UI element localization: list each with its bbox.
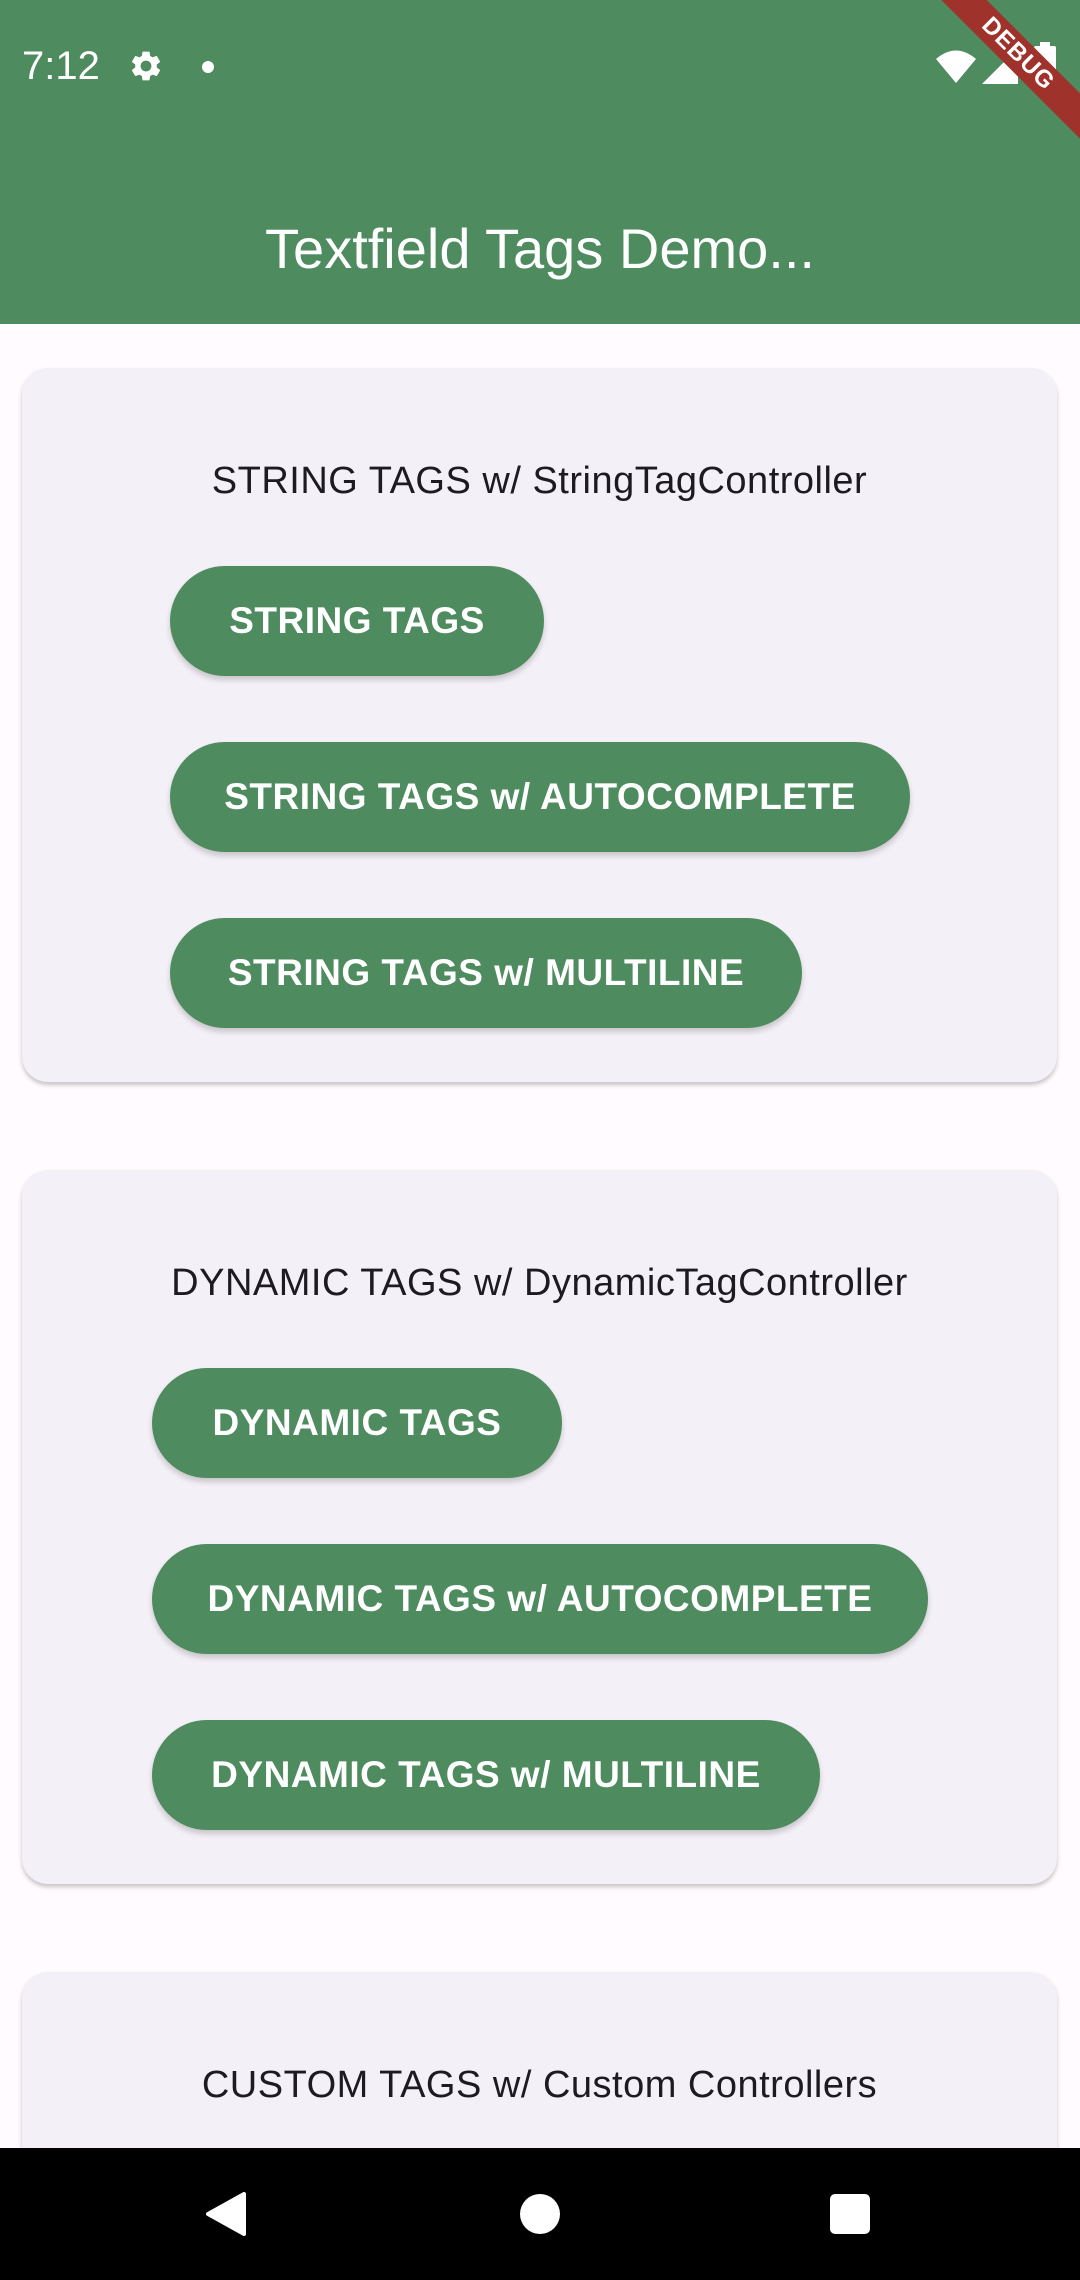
- string-tags-button[interactable]: STRING TAGS: [170, 566, 544, 676]
- string-tags-card: STRING TAGS w/ StringTagController STRIN…: [22, 368, 1057, 1082]
- page-title: Textfield Tags Demo...: [265, 217, 815, 280]
- string-tags-multiline-button[interactable]: STRING TAGS w/ MULTILINE: [170, 918, 802, 1028]
- app-bar: 7:12 DEBUG Textfield Tags Demo...: [0, 0, 1080, 324]
- dynamic-tags-card: DYNAMIC TAGS w/ DynamicTagController DYN…: [22, 1170, 1057, 1884]
- recents-icon[interactable]: [830, 2194, 870, 2234]
- scroll-content[interactable]: STRING TAGS w/ StringTagController STRIN…: [0, 324, 1080, 2148]
- debug-banner-label: DEBUG: [921, 0, 1080, 151]
- dynamic-tags-autocomplete-button[interactable]: DYNAMIC TAGS w/ AUTOCOMPLETE: [152, 1544, 928, 1654]
- status-time: 7:12: [22, 44, 100, 88]
- dynamic-tags-multiline-button[interactable]: DYNAMIC TAGS w/ MULTILINE: [152, 1720, 820, 1830]
- system-nav-bar: [0, 2148, 1080, 2280]
- home-icon[interactable]: [520, 2194, 560, 2234]
- debug-banner: DEBUG: [920, 0, 1080, 160]
- settings-icon: [131, 51, 161, 81]
- string-tags-autocomplete-button[interactable]: STRING TAGS w/ AUTOCOMPLETE: [170, 742, 910, 852]
- notification-dot-icon: [202, 61, 214, 73]
- card-title: DYNAMIC TAGS w/ DynamicTagController: [171, 1262, 908, 1304]
- back-icon[interactable]: [204, 2192, 248, 2236]
- custom-tags-card: CUSTOM TAGS w/ Custom Controllers: [22, 1972, 1057, 2148]
- card-title: CUSTOM TAGS w/ Custom Controllers: [201, 2064, 878, 2106]
- dynamic-tags-button[interactable]: DYNAMIC TAGS: [152, 1368, 562, 1478]
- card-title: STRING TAGS w/ StringTagController: [211, 460, 868, 502]
